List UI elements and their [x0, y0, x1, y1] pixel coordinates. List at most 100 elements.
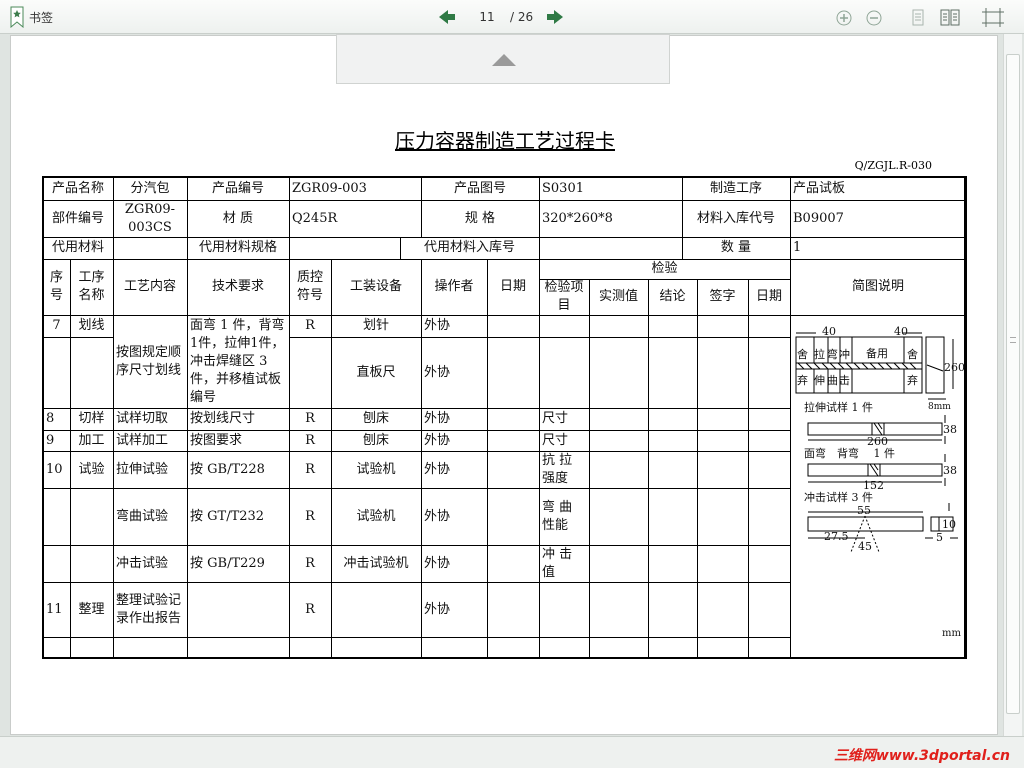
next-page-icon[interactable] — [546, 9, 564, 25]
sketch-label: 27.5 — [824, 530, 849, 543]
empty-cell — [648, 408, 698, 431]
table-cell: 日期 — [487, 259, 540, 316]
empty-cell — [648, 582, 698, 638]
table-cell: 操作者 — [421, 259, 488, 316]
status-bar: 三维网www.3dportal.cn — [0, 736, 1024, 768]
empty-cell — [748, 582, 791, 638]
table-cell: 刨床 — [331, 408, 422, 431]
sketch-label: 拉 — [814, 347, 825, 361]
scrollbar-thumb[interactable] — [1006, 54, 1020, 714]
field-label: 产品图号 — [421, 177, 540, 201]
sketch-label: 面弯 背弯 1 件 — [804, 446, 895, 460]
field-label: 代用材料 — [43, 237, 114, 260]
table-cell: 外协 — [421, 337, 488, 409]
empty-cell — [697, 545, 749, 583]
table-cell: 签字 — [697, 279, 749, 316]
table-cell: 整理 — [70, 582, 114, 638]
field-label: 制造工序 — [682, 177, 791, 201]
empty-cell — [43, 488, 71, 546]
fit-page-icon[interactable] — [982, 8, 1004, 27]
zoom-out-icon[interactable] — [866, 10, 882, 26]
empty-cell — [589, 488, 649, 546]
table-cell: 冲 击 值 — [539, 545, 590, 583]
current-page-input[interactable]: 11 — [470, 10, 504, 24]
empty-cell — [113, 637, 188, 659]
table-cell: 试验机 — [331, 451, 422, 489]
table-cell: ZGR09-003 — [289, 177, 422, 201]
table-cell: 外协 — [421, 315, 488, 338]
empty-cell — [589, 637, 649, 659]
bookmark-label[interactable]: 书签 — [29, 9, 53, 26]
previous-page-icon[interactable] — [438, 9, 456, 25]
table-cell: ZGR09-003CS — [113, 200, 188, 238]
empty-cell — [187, 582, 290, 638]
table-cell: R — [289, 488, 332, 546]
empty-cell — [43, 337, 71, 409]
table-cell: 弯曲试验 — [113, 488, 188, 546]
sketch-drawing: 40 40 舍 拉 弯 冲 备用 舍 弃 伸 曲 击 弃 260 8mm 拉伸试… — [795, 325, 965, 639]
empty-cell — [748, 545, 791, 583]
sketch-label: 备用 — [866, 346, 888, 360]
sketch-label: 舍 — [907, 347, 918, 361]
empty-cell — [648, 637, 698, 659]
empty-cell — [289, 637, 332, 659]
empty-cell — [331, 582, 422, 638]
table-cell: 10 — [43, 451, 71, 489]
single-page-icon[interactable] — [912, 9, 924, 26]
previous-page-panel[interactable] — [336, 34, 670, 84]
table-cell: 简图说明 — [790, 259, 967, 316]
up-arrow-icon[interactable] — [491, 53, 517, 67]
empty-cell — [589, 545, 649, 583]
table-cell: 分汽包 — [113, 177, 188, 201]
table-cell: 试样切取 — [113, 408, 188, 431]
table-cell: B09007 — [790, 200, 967, 238]
empty-cell — [289, 237, 401, 260]
table-cell: R — [289, 408, 332, 431]
sketch-label: 冲击试样 3 件 — [804, 490, 873, 504]
empty-cell — [70, 488, 114, 546]
sketch-unit: mm — [942, 628, 961, 639]
table-cell: 8 — [43, 408, 71, 431]
field-label: 代用材料规格 — [187, 237, 290, 260]
sketch-label: 伸 — [814, 374, 825, 387]
empty-cell — [748, 315, 791, 338]
sketch-label: 38 — [943, 423, 957, 436]
table-cell: 按划线尺寸 — [187, 408, 290, 431]
empty-cell — [70, 637, 114, 659]
bookmark-icon[interactable] — [10, 6, 24, 28]
toolbar: 书签 11 / 26 — [0, 0, 1024, 34]
two-page-icon[interactable] — [940, 9, 960, 26]
empty-cell — [648, 451, 698, 489]
table-cell: 检验 — [539, 259, 791, 280]
empty-cell — [331, 637, 422, 659]
empty-cell — [748, 337, 791, 409]
sketch-label: 5 — [936, 531, 943, 544]
empty-cell — [648, 337, 698, 409]
watermark: 三维网www.3dportal.cn — [833, 748, 1010, 764]
table-cell: 尺寸 — [539, 430, 590, 452]
table-cell: 1 — [790, 237, 967, 260]
table-cell: 外协 — [421, 582, 488, 638]
empty-cell — [697, 430, 749, 452]
table-cell: 整理试验记录作出报告 — [113, 582, 188, 638]
sketch-label: 舍 — [797, 347, 808, 361]
sketch-label: 冲 — [839, 347, 850, 361]
sketch-label: 40 — [822, 325, 836, 338]
field-label: 产品编号 — [187, 177, 290, 201]
vertical-scrollbar[interactable] — [1003, 34, 1022, 736]
table-cell: 拉伸试验 — [113, 451, 188, 489]
table-cell: 外协 — [421, 545, 488, 583]
field-label: 产品名称 — [43, 177, 114, 201]
table-cell: 技术要求 — [187, 259, 290, 316]
table-cell: 试样加工 — [113, 430, 188, 452]
empty-cell — [589, 315, 649, 338]
empty-cell — [539, 337, 590, 409]
empty-cell — [421, 637, 488, 659]
table-cell: 划线 — [70, 315, 114, 338]
empty-cell — [648, 488, 698, 546]
empty-cell — [539, 637, 590, 659]
empty-cell — [697, 488, 749, 546]
empty-cell — [697, 637, 749, 659]
sketch-label: 弃 — [797, 373, 808, 387]
zoom-in-icon[interactable] — [836, 10, 852, 26]
